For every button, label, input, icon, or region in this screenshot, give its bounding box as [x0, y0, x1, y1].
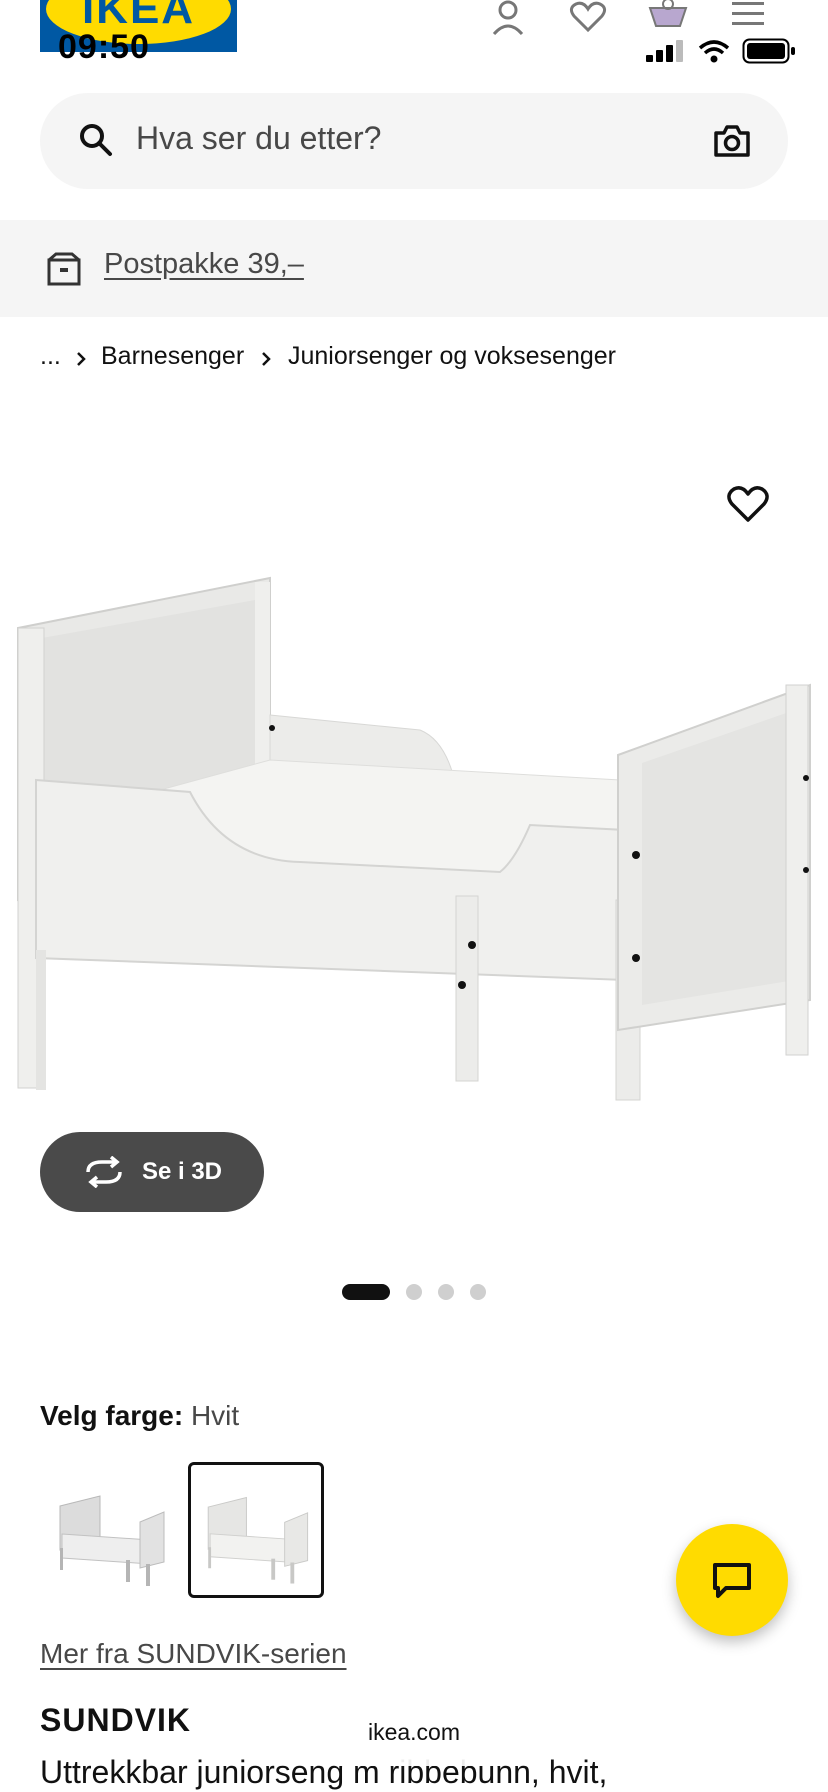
rotate-3d-icon [86, 1156, 122, 1188]
shipping-link[interactable]: Postpakke 39,– [104, 248, 304, 281]
bed-thumbnail [207, 1496, 309, 1584]
chevron-right-icon [262, 352, 271, 366]
search-input[interactable]: Hva ser du etter? [136, 120, 381, 157]
wishlist-icon[interactable] [566, 0, 610, 40]
color-swatch[interactable] [40, 1462, 176, 1598]
camera-search-icon[interactable] [712, 123, 752, 159]
menu-icon[interactable] [728, 0, 772, 40]
status-indicators [646, 38, 796, 64]
gallery-dot[interactable] [406, 1284, 422, 1300]
gallery-dot-active[interactable] [342, 1284, 390, 1300]
series-link[interactable]: Mer fra SUNDVIK-serien [40, 1638, 347, 1670]
color-selector-label: Velg farge: Hvit [40, 1400, 239, 1432]
wifi-icon [698, 40, 730, 63]
chat-icon [713, 1563, 751, 1598]
cart-icon[interactable] [646, 0, 690, 40]
breadcrumb-item[interactable]: Juniorsenger og voksesenger [288, 342, 616, 371]
profile-icon[interactable] [486, 0, 530, 40]
breadcrumb-item[interactable]: Barnesenger [101, 342, 244, 371]
chat-button[interactable] [676, 1524, 788, 1636]
status-time: 09:50 [58, 28, 150, 66]
color-swatch-selected[interactable] [188, 1462, 324, 1598]
chevron-right-icon [77, 352, 86, 366]
selected-color: Hvit [190, 1400, 240, 1431]
search-icon[interactable] [78, 122, 114, 158]
gallery-pagination[interactable] [342, 1284, 486, 1300]
color-label-text: Velg farge: [40, 1400, 184, 1431]
gallery-dot[interactable] [470, 1284, 486, 1300]
signal-icon [646, 40, 683, 62]
view-3d-button[interactable]: Se i 3D [40, 1132, 264, 1212]
battery-icon [742, 38, 795, 64]
parcel-icon [47, 252, 81, 286]
breadcrumb-ellipsis[interactable]: ... [40, 342, 61, 371]
product-name: SUNDVIK [40, 1702, 192, 1738]
view-3d-label: Se i 3D [141, 1158, 223, 1185]
gallery-dot[interactable] [438, 1284, 454, 1300]
product-image[interactable] [0, 560, 828, 1120]
bed-thumbnail [59, 1495, 165, 1586]
browser-url[interactable]: ikea.com [326, 1700, 502, 1766]
add-to-favourites-icon[interactable] [726, 485, 770, 525]
